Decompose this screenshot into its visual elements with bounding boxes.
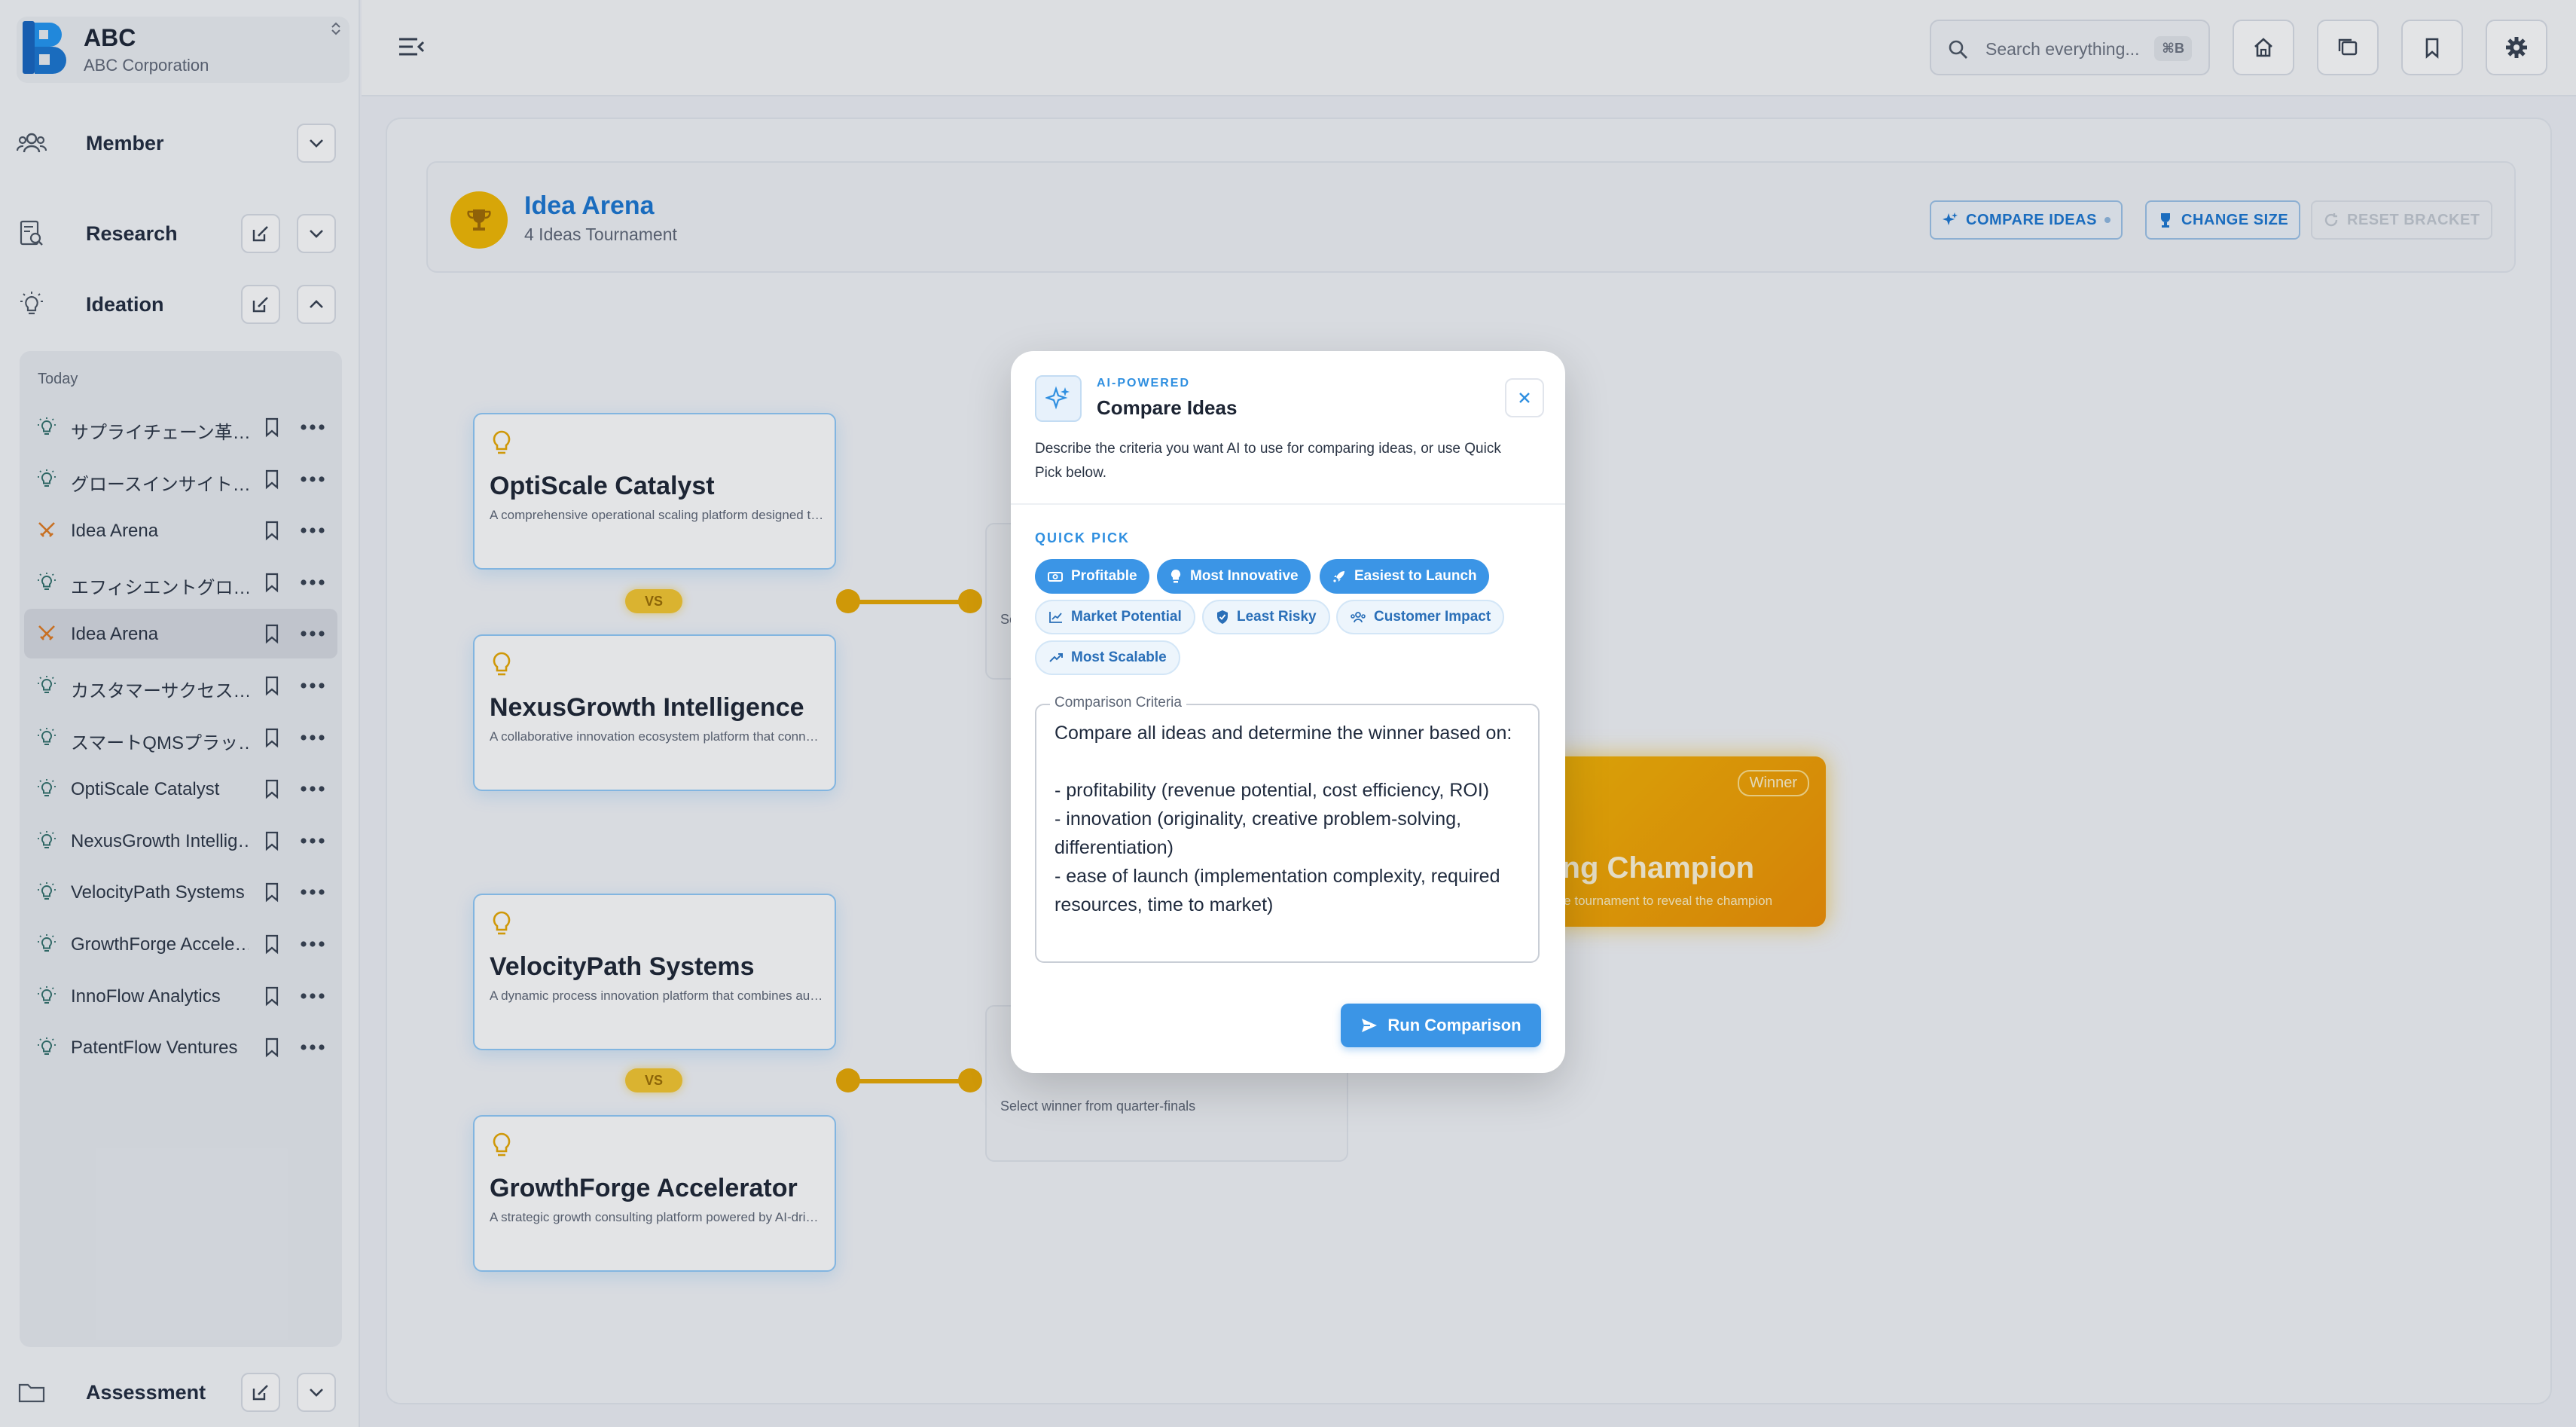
- divider: [1011, 503, 1565, 505]
- chip-label: Most Innovative: [1190, 568, 1299, 584]
- chip-profitable[interactable]: Profitable: [1035, 559, 1149, 594]
- chip-label: Market Potential: [1071, 609, 1182, 625]
- compare-ideas-dialog: AI-POWERED Compare Ideas Describe the cr…: [1011, 351, 1565, 1073]
- dialog-description: Describe the criteria you want AI to use…: [1035, 441, 1501, 481]
- dialog-title: Compare Ideas: [1097, 396, 1238, 419]
- rocket-icon: [1333, 571, 1344, 582]
- chip-label: Profitable: [1071, 568, 1137, 584]
- chip-label: Customer Impact: [1374, 609, 1491, 625]
- close-icon: [1519, 393, 1530, 403]
- run-comparison-button[interactable]: Run Comparison: [1341, 1004, 1541, 1047]
- chip-market-potential[interactable]: Market Potential: [1035, 600, 1195, 634]
- chip-customer-impact[interactable]: Customer Impact: [1336, 600, 1505, 634]
- chip-label: Least Risky: [1237, 609, 1317, 625]
- quick-pick-label: QUICK PICK: [1035, 530, 1131, 545]
- lightbulb-icon: [1170, 569, 1181, 583]
- comparison-criteria-label: Comparison Criteria: [1050, 695, 1186, 711]
- close-dialog-button[interactable]: [1505, 378, 1544, 417]
- dialog-kicker: AI-POWERED: [1097, 377, 1190, 390]
- group-icon: [1351, 612, 1366, 623]
- chip-label: Most Scalable: [1071, 649, 1167, 665]
- send-icon: [1362, 1019, 1378, 1032]
- trending-up-icon: [1049, 653, 1063, 662]
- comparison-criteria-input[interactable]: Compare all ideas and determine the winn…: [1055, 719, 1521, 919]
- money-icon: [1048, 572, 1063, 582]
- comparison-criteria-field[interactable]: Comparison Criteria Compare all ideas an…: [1035, 695, 1540, 963]
- chip-most-innovative[interactable]: Most Innovative: [1157, 559, 1311, 594]
- ai-badge: [1035, 375, 1082, 422]
- run-comparison-label: Run Comparison: [1387, 1016, 1521, 1034]
- sparkle-icon: [1045, 386, 1070, 410]
- chart-line-icon: [1049, 612, 1062, 623]
- chip-easiest-to-launch[interactable]: Easiest to Launch: [1320, 559, 1489, 594]
- chip-least-risky[interactable]: Least Risky: [1202, 600, 1330, 634]
- chip-label: Easiest to Launch: [1354, 568, 1477, 584]
- shield-icon: [1217, 610, 1228, 624]
- chip-most-scalable[interactable]: Most Scalable: [1035, 640, 1180, 675]
